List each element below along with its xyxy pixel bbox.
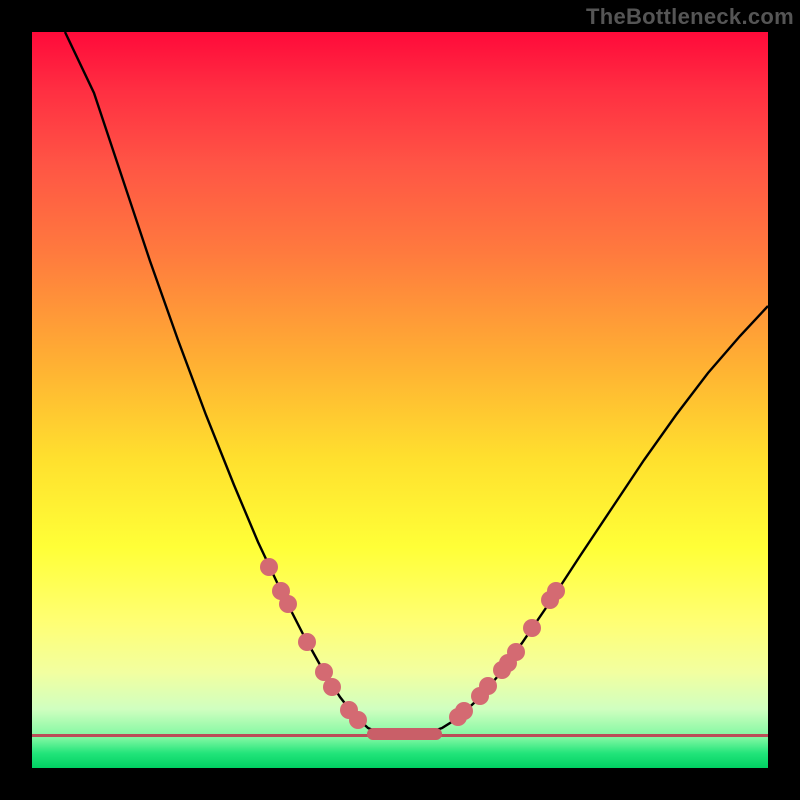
curve-marker-dot [260,558,278,576]
curve-marker-dot [479,677,497,695]
curve-marker-dot [523,619,541,637]
curve-marker-dot [279,595,297,613]
curve-marker-dot [547,582,565,600]
plot-area [32,32,768,768]
bottleneck-curve [32,32,768,768]
curve-marker-dot [323,678,341,696]
valley-flat-marker [367,728,442,740]
curve-marker-dot [455,702,473,720]
curve-marker-dot [507,643,525,661]
chart-frame: TheBottleneck.com [0,0,800,800]
curve-marker-dot [349,711,367,729]
curve-marker-dot [298,633,316,651]
watermark-text: TheBottleneck.com [586,4,794,30]
